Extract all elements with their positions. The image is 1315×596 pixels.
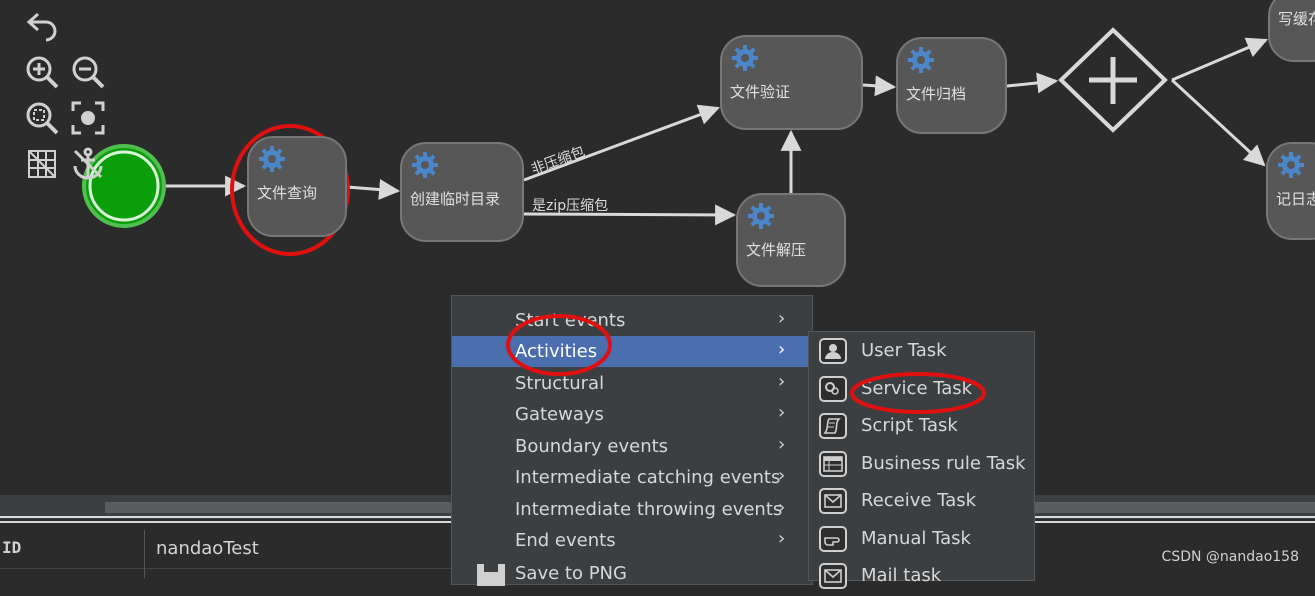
gear-icon bbox=[259, 146, 285, 172]
zoom-in-icon[interactable] bbox=[24, 54, 60, 90]
submenu-item-label: Receive Task bbox=[861, 490, 977, 511]
task-file-archive[interactable]: 文件归档 bbox=[896, 37, 1007, 134]
property-row-id: ID nandaoTest bbox=[0, 530, 460, 578]
menu-item-label: Boundary events bbox=[515, 436, 669, 457]
task-file-query[interactable]: 文件查询 bbox=[247, 136, 347, 237]
task-label: 文件解压 bbox=[746, 241, 807, 259]
chevron-right-icon: › bbox=[778, 402, 786, 423]
submenu-item-user-task[interactable]: User Task bbox=[809, 334, 1034, 371]
task-file-verify[interactable]: 文件验证 bbox=[720, 35, 863, 130]
menu-item-boundary-events[interactable]: Boundary events › bbox=[452, 431, 812, 462]
menu-item-label: Intermediate catching events bbox=[515, 467, 781, 488]
zoom-out-icon[interactable] bbox=[70, 54, 106, 90]
task-file-unzip[interactable]: 文件解压 bbox=[736, 193, 846, 287]
gear-icon bbox=[1278, 152, 1304, 178]
menu-item-label: Intermediate throwing events bbox=[515, 499, 783, 520]
gear-icon bbox=[908, 47, 934, 73]
table-icon bbox=[819, 451, 847, 477]
task-label: 写缓存 bbox=[1278, 10, 1315, 28]
menu-item-end-events[interactable]: End events › bbox=[452, 525, 812, 556]
menu-item-intermediate-catching-events[interactable]: Intermediate catching events › bbox=[452, 462, 812, 493]
flow-query-to-tempdir[interactable] bbox=[346, 179, 401, 200]
submenu-item-label: User Task bbox=[861, 340, 947, 361]
chevron-right-icon: › bbox=[778, 528, 786, 549]
task-label: 文件归档 bbox=[906, 85, 967, 103]
submenu-item-label: Manual Task bbox=[861, 528, 971, 549]
submenu-item-mail-task[interactable]: Mail task bbox=[809, 559, 1034, 596]
context-menu: Start events › Activities › Structural › Ga… bbox=[451, 295, 813, 586]
chevron-right-icon: › bbox=[778, 465, 786, 486]
zoom-fit-icon[interactable] bbox=[70, 100, 106, 136]
chevron-right-icon: › bbox=[778, 339, 786, 360]
gear-icon bbox=[412, 152, 438, 178]
gear-icon bbox=[748, 203, 774, 229]
chevron-right-icon: › bbox=[778, 434, 786, 455]
undo-icon[interactable] bbox=[24, 8, 60, 44]
submenu-item-business-rule-task[interactable]: Business rule Task bbox=[809, 447, 1034, 484]
flow-gateway-to-log[interactable] bbox=[1170, 78, 1266, 167]
column-divider bbox=[144, 530, 145, 578]
task-label: 记日志 bbox=[1276, 190, 1315, 208]
task-label: 文件查询 bbox=[257, 184, 318, 202]
submenu-item-label: Mail task bbox=[861, 565, 942, 586]
chevron-right-icon: › bbox=[778, 308, 786, 329]
submenu-item-label: Business rule Task bbox=[861, 453, 1026, 474]
grid-icon[interactable] bbox=[24, 146, 60, 182]
highlight-circle-activities bbox=[506, 314, 612, 376]
flow-archive-to-gateway[interactable] bbox=[1006, 72, 1059, 94]
task-write-log[interactable]: 记日志 bbox=[1266, 142, 1315, 240]
flow-gateway-to-cache[interactable] bbox=[1171, 37, 1268, 82]
menu-item-label: End events bbox=[515, 530, 616, 551]
menu-item-gateways[interactable]: Gateways › bbox=[452, 399, 812, 430]
property-value-field[interactable]: nandaoTest bbox=[156, 538, 259, 559]
parallel-gateway[interactable] bbox=[1058, 27, 1168, 133]
save-icon bbox=[477, 564, 505, 586]
flow-verify-to-archive[interactable] bbox=[862, 75, 897, 97]
script-icon bbox=[819, 413, 847, 439]
submenu-item-receive-task[interactable]: Receive Task bbox=[809, 484, 1034, 521]
submenu-item-manual-task[interactable]: Manual Task bbox=[809, 522, 1034, 559]
anchor-icon[interactable] bbox=[70, 146, 106, 182]
gear-icon bbox=[819, 376, 847, 402]
zoom-actual-icon[interactable] bbox=[24, 100, 60, 136]
activities-submenu: User Task Service Task Script Task Busin… bbox=[808, 331, 1035, 589]
user-icon bbox=[819, 338, 847, 364]
chevron-right-icon: › bbox=[778, 497, 786, 518]
highlight-circle-service-task bbox=[850, 372, 986, 414]
submenu-item-label: Script Task bbox=[861, 415, 958, 436]
menu-item-label: Gateways bbox=[515, 404, 604, 425]
task-label: 文件验证 bbox=[730, 83, 791, 101]
task-create-temp-dir[interactable]: 创建临时目录 bbox=[400, 142, 524, 242]
hand-icon bbox=[819, 526, 847, 552]
property-key: ID bbox=[2, 538, 22, 557]
envelope-icon bbox=[819, 563, 847, 589]
edge-label-zip: 是zip压缩包 bbox=[532, 198, 609, 214]
menu-item-intermediate-throwing-events[interactable]: Intermediate throwing events › bbox=[452, 494, 812, 525]
envelope-icon bbox=[819, 488, 847, 514]
task-write-cache[interactable]: 写缓存 bbox=[1268, 0, 1315, 62]
chevron-right-icon: › bbox=[778, 371, 786, 392]
gear-icon bbox=[732, 45, 758, 71]
watermark: CSDN @nandao158 bbox=[1161, 549, 1299, 565]
task-label: 创建临时目录 bbox=[410, 190, 501, 208]
